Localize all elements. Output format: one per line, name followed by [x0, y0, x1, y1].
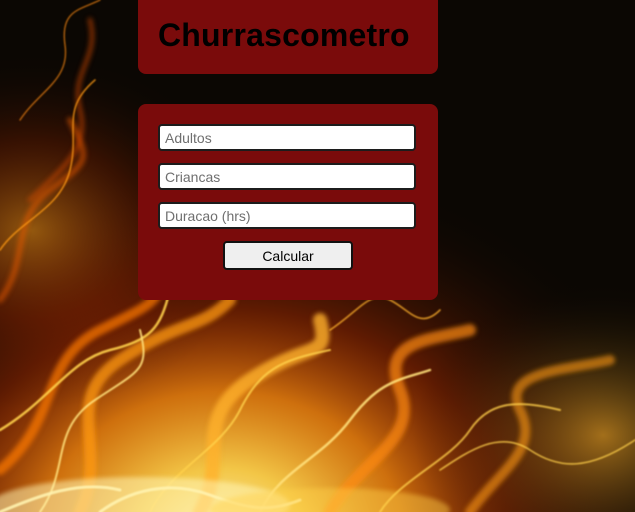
adults-input[interactable] — [158, 124, 416, 151]
calculator-form: Calcular — [138, 104, 438, 300]
page-title: Churrascometro — [158, 17, 410, 53]
calculate-button[interactable]: Calcular — [223, 241, 353, 270]
duration-input[interactable] — [158, 202, 416, 229]
children-input[interactable] — [158, 163, 416, 190]
title-card: Churrascometro — [138, 0, 438, 74]
